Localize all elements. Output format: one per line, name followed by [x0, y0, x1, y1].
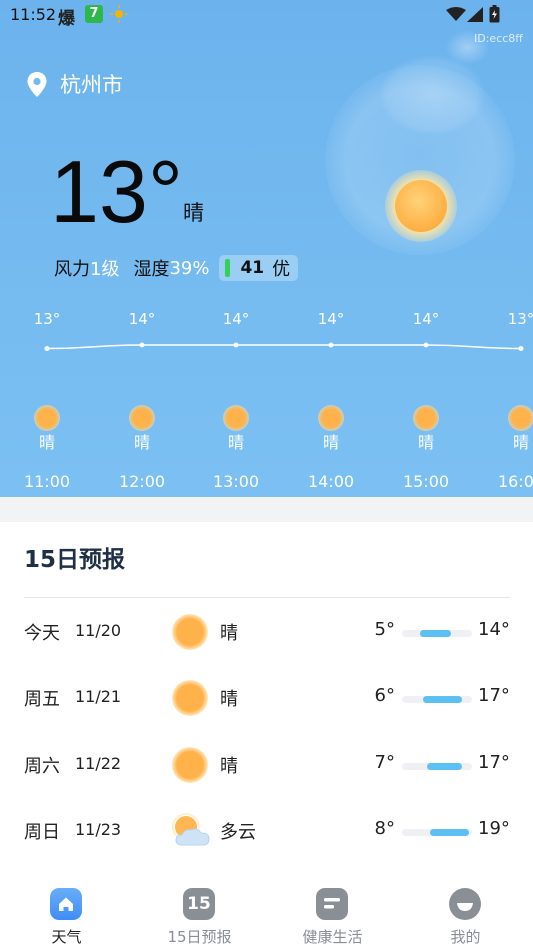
- hourly-point: [233, 342, 239, 348]
- divider: [24, 597, 510, 598]
- tab-label: 15日预报: [167, 928, 232, 946]
- forecast-row[interactable]: 周五 11/21 晴 6° 17°: [0, 677, 533, 717]
- hourly-point: [423, 342, 429, 348]
- hourly-time: 12:00: [118, 472, 166, 491]
- hourly-time: 15:00: [402, 472, 450, 491]
- hourly-point: [44, 346, 50, 351]
- forecast-low: 6°: [374, 685, 395, 706]
- forecast-low: 7°: [374, 752, 395, 773]
- temperature-range-fill: [423, 696, 462, 703]
- hourly-temp: 14°: [222, 310, 250, 328]
- forecast-day: 周六: [24, 756, 60, 777]
- hourly-condition: 晴: [417, 433, 434, 452]
- calendar-15-icon: 15: [183, 888, 215, 920]
- forecast-date: 11/21: [75, 687, 122, 706]
- forecast-row[interactable]: 周六 11/22 晴 7° 17°: [0, 744, 533, 784]
- hourly-time: 14:00: [307, 472, 355, 491]
- hourly-temp: 14°: [128, 310, 156, 328]
- temperature-range-bar: [402, 696, 472, 703]
- hourly-point: [328, 342, 334, 348]
- forecast-day: 今天: [24, 623, 60, 644]
- tab-label: 健康生活: [302, 928, 363, 946]
- sun-icon: [172, 614, 208, 650]
- forecast-date: 11/23: [75, 820, 122, 839]
- forecast-high: 14°: [478, 619, 510, 640]
- forecast-high: 17°: [478, 752, 510, 773]
- hourly-point: [518, 346, 524, 351]
- forecast-row[interactable]: 今天 11/20 晴 5° 14°: [0, 611, 533, 651]
- temperature-range-fill: [419, 630, 451, 637]
- sun-icon: [129, 405, 155, 431]
- forecast-low: 8°: [374, 818, 395, 839]
- temperature-range-bar: [402, 829, 472, 836]
- hourly-condition: 晴: [133, 433, 150, 452]
- hourly-condition: 晴: [512, 433, 529, 452]
- temperature-range-fill: [426, 763, 462, 770]
- weather-hero: 11:52 爆 7 ID:ecc8ff 杭州市 13° 晴 风力 1级 湿度 3…: [0, 0, 533, 497]
- forecast-high: 17°: [478, 685, 510, 706]
- hourly-temp: 13°: [507, 310, 533, 328]
- sun-icon: [172, 747, 208, 783]
- temperature-range-bar: [402, 763, 472, 770]
- forecast-high: 19°: [478, 818, 510, 839]
- forecast-condition: 晴: [220, 689, 238, 710]
- sun-icon: [508, 405, 533, 431]
- hourly-temperature-line: [44, 342, 524, 351]
- temperature-range-fill: [430, 829, 469, 836]
- sun-icon: [413, 405, 439, 431]
- forecast-card: 15日预报 今天 11/20 晴 5° 14° 周五 11/21 晴 6° 17…: [0, 522, 533, 862]
- cloudy-icon: [172, 813, 210, 849]
- forecast-condition: 多云: [220, 822, 256, 843]
- forecast-low: 5°: [374, 619, 395, 640]
- hourly-temp: 14°: [317, 310, 345, 328]
- health-icon: [316, 888, 348, 920]
- forecast-condition: 晴: [220, 756, 238, 777]
- hourly-time: 11:00: [23, 472, 71, 491]
- home-icon: [50, 888, 82, 920]
- hourly-point: [139, 342, 145, 348]
- sun-icon: [172, 680, 208, 716]
- hourly-line-path: [46, 344, 522, 350]
- temperature-range-bar: [402, 630, 472, 637]
- hourly-time: 13:00: [212, 472, 260, 491]
- tab-label: 天气: [51, 928, 82, 946]
- profile-icon: [449, 888, 481, 920]
- sun-icon: [223, 405, 249, 431]
- hourly-temp: 13°: [33, 310, 61, 328]
- tab-label: 我的: [450, 928, 481, 946]
- hourly-condition: 晴: [322, 433, 339, 452]
- forecast-date: 11/22: [75, 754, 122, 773]
- forecast-day: 周日: [24, 822, 60, 843]
- hourly-time: 16:00: [497, 472, 533, 491]
- forecast-title: 15日预报: [24, 547, 126, 573]
- sun-icon: [34, 405, 60, 431]
- hourly-condition: 晴: [227, 433, 244, 452]
- forecast-condition: 晴: [220, 623, 238, 644]
- bottom-nav: 天气 15 15日预报 健康生活 我的: [0, 862, 533, 948]
- sun-icon: [318, 405, 344, 431]
- weather-app: 11:52 爆 7 ID:ecc8ff 杭州市 13° 晴 风力 1级 湿度 3…: [0, 0, 533, 948]
- forecast-row[interactable]: 周日 11/23 多云 8° 19°: [0, 810, 533, 850]
- forecast-date: 11/20: [75, 621, 122, 640]
- section-divider: [0, 497, 533, 522]
- forecast-day: 周五: [24, 689, 60, 710]
- hourly-condition: 晴: [38, 433, 55, 452]
- hourly-temp: 14°: [412, 310, 440, 328]
